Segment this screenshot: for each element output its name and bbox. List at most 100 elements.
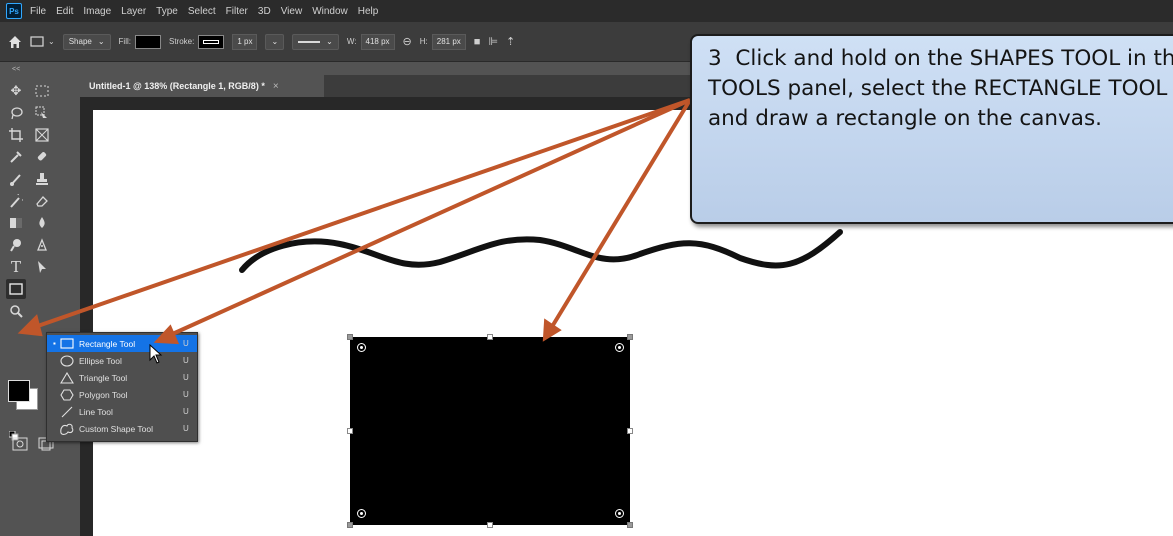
transform-handle[interactable] xyxy=(347,522,353,528)
photoshop-window: Ps File Edit Image Layer Type Select Fil… xyxy=(0,0,1173,536)
fill-control[interactable]: Fill: xyxy=(118,34,161,49)
transform-handle[interactable] xyxy=(627,428,633,434)
close-tab-icon[interactable]: × xyxy=(273,81,279,92)
edit-toolbar-icon[interactable] xyxy=(32,301,52,321)
menu-3d[interactable]: 3D xyxy=(258,6,271,17)
corner-radius-widget[interactable] xyxy=(357,343,366,352)
path-alignment-icon[interactable]: ⊫ xyxy=(488,35,498,48)
paint-bucket-tool-icon[interactable] xyxy=(32,213,52,233)
stroke-type-select[interactable]: ⌄ xyxy=(292,33,339,50)
rectangle-tool-item[interactable]: ▪ Rectangle Tool U xyxy=(47,335,197,352)
rectangle-tool-label: Rectangle Tool xyxy=(79,338,136,349)
eyedropper-tool-icon[interactable] xyxy=(6,147,26,167)
marquee-tool-icon[interactable] xyxy=(32,81,52,101)
crop-tool-icon[interactable] xyxy=(6,125,26,145)
shapes-tool-icon[interactable] xyxy=(6,279,26,299)
tool-preset-picker[interactable]: ⌄ xyxy=(30,36,55,47)
menu-type[interactable]: Type xyxy=(156,6,178,17)
fill-label: Fill: xyxy=(118,37,131,46)
menu-view[interactable]: View xyxy=(281,6,303,17)
quick-mask-icon[interactable] xyxy=(10,434,30,454)
triangle-tool-label: Triangle Tool xyxy=(79,372,128,383)
document-tab-title: Untitled-1 @ 138% (Rectangle 1, RGB/8) * xyxy=(89,81,265,91)
menu-help[interactable]: Help xyxy=(358,6,379,17)
chevron-down-icon: ⌄ xyxy=(97,37,105,46)
type-tool-icon[interactable]: T xyxy=(6,257,26,277)
stroke-swatch[interactable] xyxy=(198,34,225,49)
stroke-control[interactable]: Stroke: xyxy=(169,34,225,49)
healing-brush-tool-icon[interactable] xyxy=(32,147,52,167)
move-tool-icon[interactable]: ✥ xyxy=(6,81,26,101)
frame-tool-icon[interactable] xyxy=(32,125,52,145)
shape-mode-select[interactable]: Shape ⌄ xyxy=(62,33,111,50)
transform-handle[interactable] xyxy=(347,428,353,434)
width-field[interactable]: 418 px xyxy=(360,33,395,50)
polygon-icon xyxy=(59,388,75,401)
line-tool-item[interactable]: Line Tool U xyxy=(47,403,197,420)
custom-shape-icon xyxy=(59,422,75,435)
menu-select[interactable]: Select xyxy=(188,6,216,17)
chevron-down-icon: ⌄ xyxy=(271,37,279,46)
zoom-tool-icon[interactable] xyxy=(6,301,26,321)
menu-file[interactable]: File xyxy=(30,6,46,17)
foreground-color-swatch[interactable] xyxy=(8,380,30,402)
chevron-down-icon: ⌄ xyxy=(326,37,333,46)
menu-filter[interactable]: Filter xyxy=(226,6,248,17)
stroke-line-sample xyxy=(298,40,321,43)
document-tab[interactable]: Untitled-1 @ 138% (Rectangle 1, RGB/8) *… xyxy=(80,75,324,97)
line-icon xyxy=(59,405,75,418)
drawn-rectangle[interactable] xyxy=(350,337,630,525)
hand-tool-icon[interactable] xyxy=(32,279,52,299)
gradient-tool-icon[interactable] xyxy=(6,213,26,233)
instruction-text: Click and hold on the SHAPES TOOL in the… xyxy=(708,46,1173,131)
ellipse-tool-item[interactable]: Ellipse Tool U xyxy=(47,352,197,369)
transform-handle[interactable] xyxy=(627,334,633,340)
dodge-tool-icon[interactable] xyxy=(6,235,26,255)
transform-handle[interactable] xyxy=(627,522,633,528)
rectangle-preset-icon xyxy=(30,36,44,47)
path-arrangement-icon[interactable]: ⇡ xyxy=(506,35,515,48)
custom-shape-tool-label: Custom Shape Tool xyxy=(79,423,154,434)
corner-radius-widget[interactable] xyxy=(615,343,624,352)
stroke-label: Stroke: xyxy=(169,37,195,46)
shortcut-key: U xyxy=(183,373,189,382)
polygon-tool-item[interactable]: Polygon Tool U xyxy=(47,386,197,403)
lasso-tool-icon[interactable] xyxy=(6,103,26,123)
transform-handle[interactable] xyxy=(347,334,353,340)
object-selection-tool-icon[interactable] xyxy=(32,103,52,123)
height-control: H: 281 px xyxy=(419,33,466,50)
fill-swatch[interactable] xyxy=(135,34,161,49)
height-field[interactable]: 281 px xyxy=(431,33,466,50)
eraser-tool-icon[interactable] xyxy=(32,191,52,211)
width-control: W: 418 px xyxy=(347,33,395,50)
history-brush-tool-icon[interactable] xyxy=(6,191,26,211)
menu-window[interactable]: Window xyxy=(312,6,348,17)
rectangle-icon xyxy=(59,337,75,350)
shortcut-key: U xyxy=(183,339,189,348)
stroke-width-field[interactable]: 1 px xyxy=(232,33,258,50)
stroke-width-dropdown[interactable]: ⌄ xyxy=(265,33,285,50)
brush-tool-icon[interactable] xyxy=(6,169,26,189)
custom-shape-tool-item[interactable]: Custom Shape Tool U xyxy=(47,420,197,437)
path-operations-icon[interactable]: ■ xyxy=(474,36,481,48)
transform-handle[interactable] xyxy=(487,522,493,528)
menu-edit[interactable]: Edit xyxy=(56,6,73,17)
menu-image[interactable]: Image xyxy=(83,6,111,17)
clone-stamp-tool-icon[interactable] xyxy=(32,169,52,189)
menu-layer[interactable]: Layer xyxy=(121,6,146,17)
transform-handle[interactable] xyxy=(487,334,493,340)
photoshop-logo: Ps xyxy=(6,3,22,19)
chevron-down-icon: ⌄ xyxy=(48,37,55,46)
shortcut-key: U xyxy=(183,407,189,416)
triangle-tool-item[interactable]: Triangle Tool U xyxy=(47,369,197,386)
pen-tool-icon[interactable] xyxy=(32,235,52,255)
shortcut-key: U xyxy=(183,424,189,433)
link-icon[interactable]: ⊖ xyxy=(403,35,412,48)
menu-bar: Ps File Edit Image Layer Type Select Fil… xyxy=(0,0,1173,22)
corner-radius-widget[interactable] xyxy=(615,509,624,518)
path-selection-tool-icon[interactable] xyxy=(32,257,52,277)
step-number: 3 xyxy=(708,46,722,71)
height-label: H: xyxy=(419,37,428,46)
home-icon[interactable] xyxy=(8,35,22,49)
corner-radius-widget[interactable] xyxy=(357,509,366,518)
